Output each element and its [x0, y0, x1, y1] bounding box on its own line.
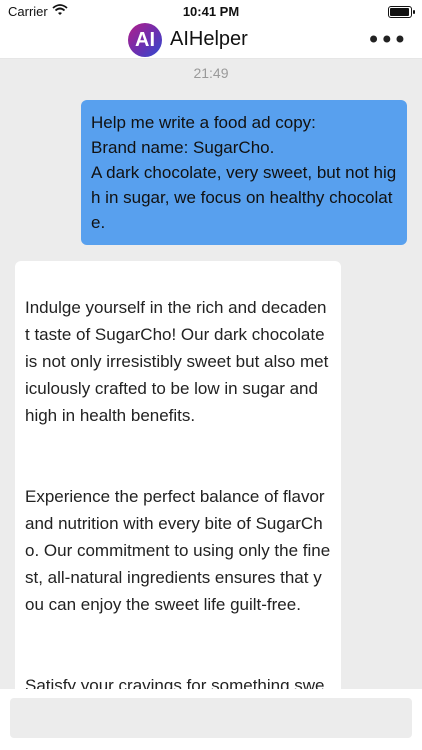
ai-message-paragraph: Satisfy your cravings for something swee… [25, 676, 325, 689]
ai-message-paragraph: Experience the perfect balance of flavor… [25, 487, 331, 614]
clock: 10:41 PM [182, 4, 240, 19]
chat-area[interactable]: 21:49 Help me write a food ad copy: Bran… [0, 59, 422, 689]
status-bar: Carrier 10:41 PM [0, 0, 422, 24]
ai-message-paragraph: Indulge yourself in the rich and decaden… [25, 298, 329, 425]
page-title: AIHelper [170, 28, 248, 50]
ai-message-bubble[interactable]: Indulge yourself in the rich and decaden… [15, 261, 341, 689]
message-timestamp: 21:49 [193, 65, 229, 81]
message-input[interactable] [10, 698, 412, 738]
composer-bar [0, 689, 422, 750]
app-avatar: AI [128, 23, 162, 57]
user-message-bubble[interactable]: Help me write a food ad copy: Brand name… [81, 100, 407, 245]
battery-icon [388, 6, 415, 18]
nav-bar: AI AIHelper ••• [0, 23, 422, 59]
more-horizontal-icon[interactable]: ••• [367, 26, 407, 54]
